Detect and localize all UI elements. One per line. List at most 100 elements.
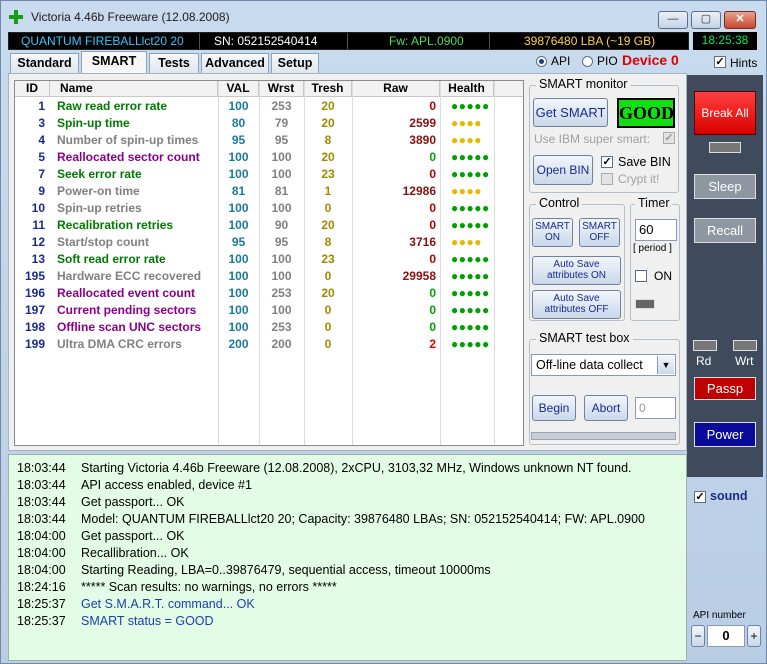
log-time: 18:04:00	[17, 563, 66, 577]
api-number-field[interactable]: 0	[707, 625, 745, 647]
tab-advanced[interactable]: Advanced	[201, 53, 269, 73]
attr-threshold: 8	[324, 133, 332, 147]
attr-worst: 81	[274, 184, 289, 198]
table-header: ID Name VAL Wrst Tresh Raw Health	[15, 81, 523, 97]
begin-button[interactable]: Begin	[532, 395, 576, 421]
attr-value: 100	[228, 218, 249, 232]
api-number-increment[interactable]: +	[747, 625, 761, 647]
smart-attributes-table[interactable]: ID Name VAL Wrst Tresh Raw Health 1 Raw r…	[14, 80, 524, 446]
attr-value: 100	[228, 320, 249, 334]
attr-name: Power-on time	[57, 184, 140, 198]
attr-value: 80	[231, 116, 246, 130]
tab-smart[interactable]: SMART	[81, 51, 147, 74]
window-title: Victoria 4.46b Freeware (12.08.2008)	[31, 10, 230, 24]
attr-value: 100	[228, 150, 249, 164]
smart-on-button[interactable]: SMART ON	[532, 218, 573, 247]
table-row[interactable]: 195 Hardware ECC recovered 100 100 0 29958 ●●●…	[15, 268, 523, 285]
close-button[interactable]: ✕	[724, 11, 756, 29]
crypt-label: Crypt it!	[618, 172, 660, 186]
timer-indicator	[635, 299, 655, 309]
log-message: Model: QUANTUM FIREBALLlct20 20; Capacit…	[81, 512, 645, 526]
sleep-button[interactable]: Sleep	[694, 174, 756, 199]
attr-name: Ultra DMA CRC errors	[57, 337, 182, 351]
attr-id: 3	[38, 116, 45, 130]
timer-on-checkbox[interactable]	[635, 270, 647, 282]
col-id: ID	[15, 81, 50, 97]
table-row[interactable]: 5 Reallocated sector count 100 100 20 0 ●●●●●	[15, 149, 523, 166]
recall-button[interactable]: Recall	[694, 218, 756, 243]
tab-setup[interactable]: Setup	[271, 53, 319, 73]
test-counter-field[interactable]: 0	[635, 397, 676, 419]
attr-health: ●●●●●	[451, 320, 490, 334]
break-all-button[interactable]: Break All	[694, 91, 756, 135]
tab-standard[interactable]: Standard	[10, 53, 79, 73]
table-row[interactable]: 199 Ultra DMA CRC errors 200 200 0 2 ●●●●●	[15, 336, 523, 353]
table-row[interactable]: 9 Power-on time 81 81 1 12986 ●●●●	[15, 183, 523, 200]
main-window: Victoria 4.46b Freeware (12.08.2008) — ▢…	[0, 0, 767, 664]
timer-period-input[interactable]: 60	[635, 219, 677, 241]
table-row[interactable]: 3 Spin-up time 80 79 20 2599 ●●●●	[15, 115, 523, 132]
table-row[interactable]: 196 Reallocated event count 100 253 20 0 ●●●●●	[15, 285, 523, 302]
minimize-button[interactable]: —	[658, 11, 688, 29]
attr-threshold: 23	[321, 167, 335, 181]
api-number-decrement[interactable]: −	[691, 625, 705, 647]
api-radio[interactable]	[536, 56, 547, 67]
table-row[interactable]: 197 Current pending sectors 100 100 0 0 ●●●●●	[15, 302, 523, 319]
open-bin-button[interactable]: Open BIN	[533, 155, 593, 185]
table-row[interactable]: 10 Spin-up retries 100 100 0 0 ●●●●●	[15, 200, 523, 217]
table-row[interactable]: 1 Raw read error rate 100 253 20 0 ●●●●●	[15, 98, 523, 115]
smart-off-button[interactable]: SMART OFF	[579, 218, 620, 247]
save-bin-label: Save BIN	[618, 155, 671, 169]
abort-button[interactable]: Abort	[584, 395, 628, 421]
table-row[interactable]: 13 Soft read error rate 100 100 23 0 ●●●●●	[15, 251, 523, 268]
autosave-off-button[interactable]: Auto Save attributes OFF	[532, 290, 621, 319]
log-time: 18:03:44	[17, 461, 66, 475]
test-type-select[interactable]: Off-line data collect ▼	[531, 354, 676, 376]
attr-value: 95	[231, 235, 246, 249]
passport-button[interactable]: Passp	[694, 377, 756, 400]
attr-worst: 95	[274, 133, 289, 147]
table-row[interactable]: 12 Start/stop count 95 95 8 3716 ●●●●	[15, 234, 523, 251]
table-row[interactable]: 7 Seek error rate 100 100 23 0 ●●●●●	[15, 166, 523, 183]
table-row[interactable]: 4 Number of spin-up times 95 95 8 3890 ●●●●	[15, 132, 523, 149]
col-wrst: Wrst	[259, 81, 304, 97]
timer-period-label: [ period ]	[633, 243, 672, 254]
attr-worst: 100	[271, 201, 292, 215]
autosave-on-button[interactable]: Auto Save attributes ON	[532, 256, 621, 285]
device-label: Device 0	[622, 52, 679, 68]
attr-raw: 0	[429, 252, 436, 266]
app-cross-icon	[9, 10, 23, 24]
sound-checkbox[interactable]: ✓	[694, 491, 706, 503]
attr-threshold: 0	[324, 269, 332, 283]
attr-health: ●●●●	[451, 184, 482, 198]
table-row[interactable]: 198 Offline scan UNC sectors 100 253 0 0 ●●●●●	[15, 319, 523, 336]
hints-checkbox[interactable]: ✓	[714, 56, 726, 68]
attr-raw: 2	[429, 337, 436, 351]
attr-name: Hardware ECC recovered	[57, 269, 202, 283]
table-row[interactable]: 11 Recalibration retries 100 90 20 0 ●●●●●	[15, 217, 523, 234]
attr-value: 95	[231, 133, 246, 147]
pio-label: PIO	[597, 54, 618, 68]
save-bin-checkbox[interactable]: ✓	[601, 156, 613, 168]
attr-health: ●●●●●	[451, 218, 490, 232]
log-message: Get passport... OK	[81, 495, 185, 509]
attr-health: ●●●●	[451, 235, 482, 249]
get-smart-button[interactable]: Get SMART	[533, 98, 608, 127]
power-button[interactable]: Power	[694, 422, 756, 447]
attr-worst: 100	[271, 303, 292, 317]
pio-radio[interactable]	[582, 56, 593, 67]
attr-worst: 100	[271, 269, 292, 283]
attr-worst: 100	[271, 167, 292, 181]
api-label: API	[551, 54, 571, 68]
maximize-button[interactable]: ▢	[691, 11, 721, 29]
attr-id: 9	[38, 184, 45, 198]
drive-model: QUANTUM FIREBALLlct20 20	[21, 34, 184, 48]
attr-raw: 0	[429, 218, 436, 232]
attr-raw: 29958	[402, 269, 436, 283]
log-panel[interactable]: 18:03:44 Starting Victoria 4.46b Freeware…	[8, 454, 687, 661]
tab-tests[interactable]: Tests	[149, 53, 199, 73]
chevron-down-icon[interactable]: ▼	[657, 356, 674, 374]
timer-on-label: ON	[654, 269, 672, 283]
attr-raw: 2599	[409, 116, 436, 130]
attr-worst: 200	[271, 337, 292, 351]
